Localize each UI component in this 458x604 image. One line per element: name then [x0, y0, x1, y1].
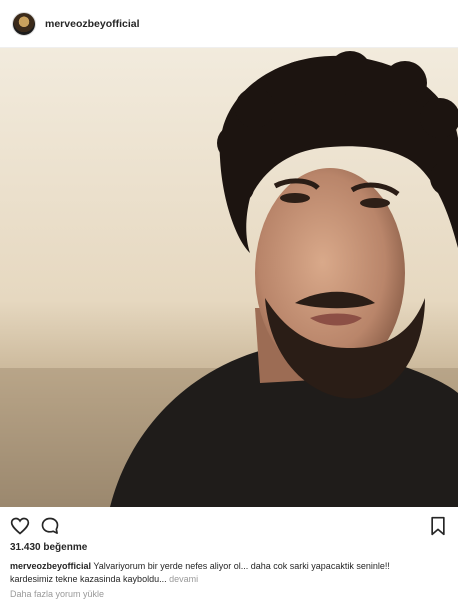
caption-username[interactable]: merveozbeyofficial — [10, 561, 91, 571]
post-photo[interactable] — [0, 48, 458, 507]
likes-count[interactable]: 31.430 beğenme — [10, 542, 87, 553]
heart-icon[interactable] — [10, 516, 30, 536]
action-bar — [0, 510, 458, 540]
load-more-comments[interactable]: Daha fazla yorum yükle — [10, 589, 104, 599]
post-username[interactable]: merveozbeyofficial — [45, 18, 140, 30]
post-caption: merveozbeyofficial Yalvariyorum bir yerd… — [10, 560, 450, 586]
post-header: merveozbeyofficial — [0, 0, 458, 48]
portrait-image — [0, 48, 458, 507]
more-link[interactable]: devami — [169, 574, 198, 584]
profile-avatar[interactable] — [12, 11, 36, 36]
caption-text-line1: Yalvariyorum bir yerde nefes aliyor ol..… — [93, 561, 390, 571]
comment-icon[interactable] — [40, 516, 60, 536]
bookmark-icon[interactable] — [428, 516, 448, 536]
caption-text-line2: kardesimiz tekne kazasinda kayboldu... — [10, 574, 167, 584]
